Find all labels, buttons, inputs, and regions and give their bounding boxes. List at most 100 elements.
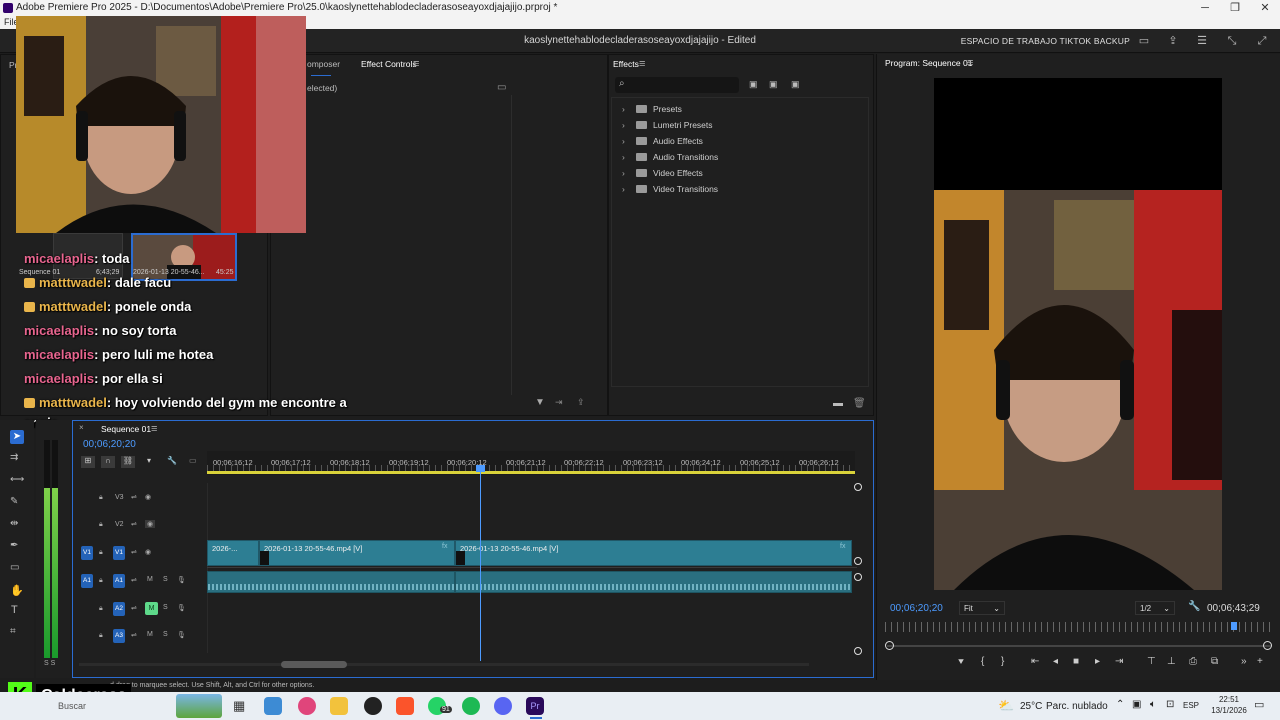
close-tab-icon[interactable]: × (79, 423, 84, 432)
clock-time[interactable]: 22:51 (1214, 695, 1244, 704)
solo-button[interactable]: S (163, 604, 168, 611)
go-to-in-icon[interactable]: ⇤ (1031, 656, 1039, 667)
workspace-icon[interactable]: ▭ (1138, 35, 1150, 47)
fx-item-audio-effects[interactable]: › Audio Effects (622, 133, 703, 149)
yuv-effects-icon[interactable]: ▣ (791, 79, 800, 90)
razor-tool-icon[interactable]: ✎ (10, 496, 18, 507)
linked-selection-icon[interactable]: ⛓ (121, 456, 135, 468)
track-target-a2[interactable]: A2 (113, 602, 125, 616)
zoom-select[interactable]: Fit ⌄ (959, 601, 1005, 615)
rectangle-tool-icon[interactable]: ▭ (10, 562, 19, 573)
obs-icon[interactable] (364, 697, 382, 715)
sync-lock-icon[interactable]: ⇌ (131, 548, 137, 556)
snap-icon[interactable]: ∩ (101, 456, 115, 468)
tab-effect-controls[interactable]: Effect Controls (361, 59, 417, 69)
source-patch-v1[interactable]: V1 (81, 546, 93, 560)
search-box[interactable]: Buscar (58, 701, 86, 711)
language-indicator[interactable]: ESP (1183, 701, 1199, 710)
program-viewer[interactable] (934, 78, 1222, 590)
filter-icon[interactable]: ▼ (535, 397, 545, 408)
meter-solo-labels[interactable]: S S (44, 660, 55, 667)
scroll-handle[interactable] (854, 573, 862, 581)
wrench-icon[interactable]: 🔧 (167, 456, 177, 465)
ripple-edit-tool-icon[interactable]: ⟷ (10, 474, 24, 485)
workspace-label[interactable]: ESPACIO DE TRABAJO TIKTOK BACKUP (961, 36, 1130, 46)
premiere-taskbar-icon[interactable]: Pr (526, 697, 544, 715)
notification-icon[interactable]: ▭ (1254, 698, 1264, 711)
captions-icon[interactable]: ▭ (189, 456, 197, 465)
program-playhead[interactable] (1231, 622, 1238, 630)
tracks-area[interactable] (207, 483, 857, 653)
restore-icon[interactable]: ❐ (1220, 0, 1250, 16)
mute-button[interactable]: M (147, 576, 153, 583)
add-marker-icon[interactable]: ▾ (147, 456, 151, 465)
mic-icon[interactable]: 🎙︎ (177, 631, 186, 639)
weather-temp[interactable]: 25°C (1020, 701, 1042, 712)
discord-icon[interactable] (494, 697, 512, 715)
eye-icon[interactable]: ◉ (145, 493, 151, 501)
fx-item-presets[interactable]: › Presets (622, 101, 682, 117)
export-frame-icon[interactable]: ⇥ (555, 397, 563, 408)
effects-search-input[interactable]: ⌕ (615, 77, 739, 93)
brave-icon[interactable] (396, 697, 414, 715)
lock-icon[interactable]: 🔒︎ (99, 521, 103, 529)
extract-icon[interactable]: ⊥ (1167, 656, 1176, 667)
timeline-timecode[interactable]: 00;06;20;20 (83, 439, 136, 450)
audio-clip[interactable] (207, 571, 455, 593)
weather-icon[interactable]: ⛅ (998, 698, 1014, 714)
resolution-select[interactable]: 1/2 ⌄ (1135, 601, 1175, 615)
fx-item-lumetri-presets[interactable]: › Lumetri Presets (622, 117, 713, 133)
fx-item-video-effects[interactable]: › Video Effects (622, 165, 703, 181)
minimize-icon[interactable]: ─ (1190, 0, 1220, 16)
sync-lock-icon[interactable]: ⇌ (131, 604, 137, 612)
sync-lock-icon[interactable]: ⇌ (131, 520, 137, 528)
sync-lock-icon[interactable]: ⇌ (131, 576, 137, 584)
camera-icon[interactable]: ⎙ (1189, 656, 1197, 667)
close-icon[interactable]: ✕ (1250, 0, 1280, 16)
lock-icon[interactable]: 🔒︎ (99, 494, 103, 502)
scroll-handle[interactable] (1263, 641, 1272, 650)
track-target-a1[interactable]: A1 (113, 574, 125, 588)
mute-button[interactable]: M (147, 631, 153, 638)
compare-icon[interactable]: ⧉ (1211, 656, 1218, 667)
eye-icon[interactable]: ◉ (145, 520, 156, 528)
lock-icon[interactable]: 🔒︎ (99, 605, 103, 613)
weather-desc[interactable]: Parc. nublado (1046, 701, 1108, 712)
store-icon[interactable] (264, 697, 282, 715)
resize-icon[interactable]: ⤡ (1226, 35, 1238, 47)
tab-program[interactable]: Program: Sequence 01 (885, 58, 972, 68)
fx-item-audio-transitions[interactable]: › Audio Transitions (622, 149, 718, 165)
track-select-tool-icon[interactable]: ⇉ (10, 452, 18, 463)
file-explorer-icon[interactable] (330, 697, 348, 715)
panel-toggle-icon[interactable]: ▭ (497, 82, 506, 93)
32bit-effects-icon[interactable]: ▣ (769, 79, 778, 90)
video-clip[interactable]: 2026-01-13 20-55-46.mp4 [V] fx (259, 540, 455, 566)
solo-button[interactable]: S (163, 576, 168, 583)
lift-icon[interactable]: ⊤ (1147, 656, 1156, 667)
speaker-icon[interactable]: 🔈︎ (1150, 699, 1156, 710)
mark-in-icon[interactable]: { (981, 656, 984, 667)
go-to-out-icon[interactable]: ⇥ (1115, 656, 1123, 667)
program-timecode[interactable]: 00;06;20;20 (890, 603, 943, 614)
tab-composer[interactable]: omposer (307, 59, 340, 69)
spotify-icon[interactable] (462, 697, 480, 715)
scroll-handle[interactable] (885, 641, 894, 650)
tab-sequence[interactable]: Sequence 01 (101, 424, 151, 434)
sync-lock-icon[interactable]: ⇌ (131, 631, 137, 639)
share-icon[interactable]: ⇪ (1167, 35, 1179, 47)
fx-item-video-transitions[interactable]: › Video Transitions (622, 181, 718, 197)
sync-lock-icon[interactable]: ⇌ (131, 493, 137, 501)
eye-icon[interactable]: ◉ (145, 548, 151, 556)
program-ruler[interactable] (885, 622, 1273, 632)
video-clip[interactable]: 2026-01-13 20-55-46.mp4 [V] fx (455, 540, 852, 566)
type-tool-icon[interactable]: T (11, 604, 18, 616)
audio-clip[interactable] (455, 571, 852, 593)
lock-icon[interactable]: 🔒︎ (99, 632, 103, 640)
step-back-icon[interactable]: ◂ (1053, 656, 1058, 667)
network-icon[interactable]: ⊡ (1166, 699, 1174, 710)
scroll-handle[interactable] (854, 647, 862, 655)
caption-tool-icon[interactable]: ⌗ (10, 626, 16, 637)
tray-icons[interactable]: ▣ (1132, 699, 1141, 710)
video-clip[interactable]: 2026-... (207, 540, 259, 566)
lock-icon[interactable]: 🔒︎ (99, 577, 103, 585)
